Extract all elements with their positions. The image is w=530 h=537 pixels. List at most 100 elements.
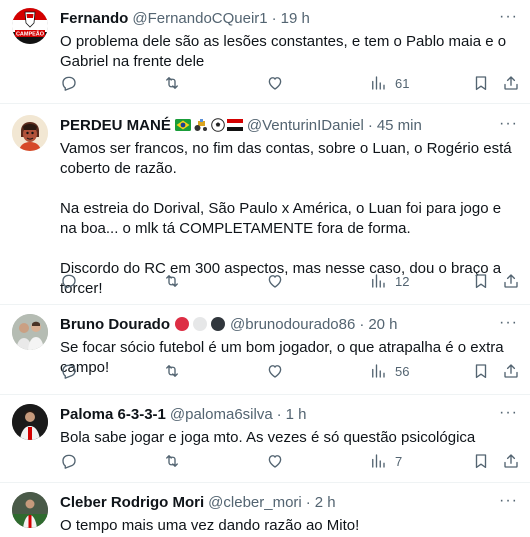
tweet[interactable]: CAMPEÃO Fernando @FernandoCQueir1 · 19 h…: [0, 0, 530, 104]
soccer-ball-icon: [211, 118, 225, 132]
heart-icon: [268, 275, 282, 288]
separator: ·: [276, 405, 282, 423]
retweet-button[interactable]: [163, 452, 181, 470]
heart-icon: [268, 77, 282, 90]
share-button[interactable]: [502, 74, 520, 92]
reply-icon: [62, 364, 76, 379]
separator: ·: [359, 315, 365, 333]
more-options-icon[interactable]: ···: [499, 492, 518, 510]
views-button[interactable]: 7: [369, 452, 402, 470]
user-handle[interactable]: @paloma6silva: [170, 406, 273, 423]
timestamp[interactable]: 20 h: [368, 316, 397, 333]
retweet-icon: [166, 77, 178, 89]
sao-paulo-flag-icon: [226, 119, 243, 131]
separator: ·: [305, 493, 311, 511]
timestamp[interactable]: 1 h: [286, 406, 307, 423]
user-handle[interactable]: @VenturinIDaniel: [247, 117, 364, 134]
share-button[interactable]: [502, 362, 520, 380]
bookmark-button[interactable]: [472, 452, 490, 470]
retweet-button[interactable]: [163, 272, 181, 290]
retweet-button[interactable]: [163, 74, 181, 92]
bookmark-icon: [475, 274, 487, 289]
action-bar: 56: [60, 362, 518, 382]
tweet-text: Bola sabe jogar e joga mto. As vezes é s…: [60, 429, 476, 446]
tweet[interactable]: Paloma 6-3-3-1 @paloma6silva · 1 h Bola …: [0, 396, 530, 483]
views-chart-icon: [372, 454, 385, 468]
tweet-text: O problema dele são as lesões constantes…: [60, 33, 511, 70]
avatar-text: CAMPEÃO: [16, 31, 45, 38]
reply-button[interactable]: [60, 272, 78, 290]
black-circle-icon: [211, 317, 225, 331]
tweet-header: Bruno Dourado @brunodourado86 · 20 h: [60, 314, 518, 334]
bookmark-icon: [475, 364, 487, 379]
more-options-icon[interactable]: ···: [499, 404, 518, 422]
retweet-icon: [166, 455, 178, 467]
more-options-icon[interactable]: ···: [499, 314, 518, 332]
replies-feed: CAMPEÃO Fernando @FernandoCQueir1 · 19 h…: [0, 0, 530, 537]
tweet[interactable]: PERDEU MANÉ @VenturinIDaniel · 45 min Va…: [0, 105, 530, 305]
bookmark-icon: [475, 454, 487, 469]
action-bar: 12: [60, 272, 518, 292]
like-button[interactable]: [266, 74, 284, 92]
reply-icon: [62, 454, 76, 469]
tweet-header: PERDEU MANÉ @VenturinIDaniel · 45 min: [60, 115, 518, 135]
action-bar: 61: [60, 74, 518, 94]
separator: ·: [367, 116, 373, 134]
tweet[interactable]: Bruno Dourado @brunodourado86 · 20 h Se …: [0, 306, 530, 395]
display-name[interactable]: Bruno Dourado: [60, 316, 170, 333]
bookmark-button[interactable]: [472, 272, 490, 290]
share-icon: [504, 454, 518, 468]
user-handle[interactable]: @cleber_mori: [208, 494, 302, 511]
tweet-header: Cleber Rodrigo Mori @cleber_mori · 2 h: [60, 492, 518, 512]
user-handle[interactable]: @brunodourado86: [230, 316, 355, 333]
like-button[interactable]: [266, 272, 284, 290]
separator: ·: [271, 9, 277, 27]
views-button[interactable]: 61: [369, 74, 409, 92]
display-name[interactable]: Fernando: [60, 10, 128, 27]
tweet[interactable]: Cleber Rodrigo Mori @cleber_mori · 2 h O…: [0, 484, 530, 537]
bookmark-button[interactable]: [472, 362, 490, 380]
tweet-header: Fernando @FernandoCQueir1 · 19 h: [60, 8, 518, 28]
views-count: 12: [395, 273, 410, 289]
display-name[interactable]: Paloma 6-3-3-1: [60, 406, 166, 423]
retweet-button[interactable]: [163, 362, 181, 380]
timestamp[interactable]: 45 min: [377, 117, 422, 134]
display-name[interactable]: Cleber Rodrigo Mori: [60, 494, 204, 511]
heart-icon: [268, 365, 282, 378]
share-button[interactable]: [502, 272, 520, 290]
bookmark-button[interactable]: [472, 74, 490, 92]
retweet-icon: [166, 275, 178, 287]
views-count: 7: [395, 453, 403, 469]
timestamp[interactable]: 19 h: [281, 10, 310, 27]
bookmark-icon: [475, 76, 487, 91]
avatar[interactable]: [12, 115, 48, 151]
avatar[interactable]: [12, 404, 48, 440]
more-options-icon[interactable]: ···: [499, 115, 518, 133]
user-handle[interactable]: @FernandoCQueir1: [132, 10, 267, 27]
share-button[interactable]: [502, 452, 520, 470]
tweet-header: Paloma 6-3-3-1 @paloma6silva · 1 h: [60, 404, 518, 424]
share-icon: [504, 76, 518, 90]
views-button[interactable]: 56: [369, 362, 409, 380]
display-name[interactable]: PERDEU MANÉ: [60, 117, 171, 134]
views-count: 56: [395, 363, 410, 379]
timestamp[interactable]: 2 h: [315, 494, 336, 511]
heart-icon: [268, 455, 282, 468]
views-button[interactable]: 12: [369, 272, 409, 290]
reply-button[interactable]: [60, 452, 78, 470]
like-button[interactable]: [266, 452, 284, 470]
name-emojis: [174, 316, 226, 332]
share-icon: [504, 364, 518, 378]
more-options-icon[interactable]: ···: [499, 8, 518, 26]
white-circle-icon: [193, 317, 207, 331]
avatar[interactable]: [12, 314, 48, 350]
reply-button[interactable]: [60, 362, 78, 380]
like-button[interactable]: [266, 362, 284, 380]
views-chart-icon: [372, 274, 385, 288]
avatar[interactable]: [12, 492, 48, 528]
views-count: 61: [395, 75, 410, 91]
retweet-icon: [166, 365, 178, 377]
reply-icon: [62, 76, 76, 91]
avatar[interactable]: CAMPEÃO: [12, 8, 48, 44]
reply-button[interactable]: [60, 74, 78, 92]
